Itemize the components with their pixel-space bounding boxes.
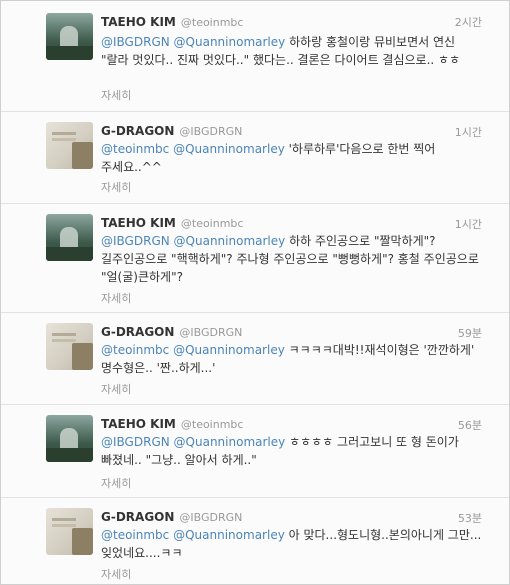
avatar[interactable]	[46, 508, 93, 555]
user-name[interactable]: G-DRAGON	[101, 124, 174, 138]
mention-link[interactable]: @Quanninomarley	[173, 528, 285, 542]
mention-link[interactable]: @Quanninomarley	[173, 343, 285, 357]
mention-link[interactable]: @Quanninomarley	[173, 142, 285, 156]
tweet-item[interactable]: TAEHO KIM @teoinmbc 1시간 @IBGDRGN @Quannin…	[1, 204, 509, 313]
avatar[interactable]	[46, 415, 93, 462]
mention-link[interactable]: @teoinmbc	[101, 343, 169, 357]
tweet-text: @teoinmbc @Quanninomarley ㅋㅋㅋㅋ대박!!재석이형은 …	[101, 343, 475, 375]
mention-link[interactable]: @teoinmbc	[101, 142, 169, 156]
avatar[interactable]	[46, 323, 93, 370]
user-name[interactable]: G-DRAGON	[101, 510, 174, 524]
timestamp[interactable]: 56분	[458, 417, 482, 433]
timestamp[interactable]: 1시간	[455, 124, 482, 140]
user-name[interactable]: G-DRAGON	[101, 325, 174, 339]
tweet-item[interactable]: TAEHO KIM @teoinmbc 2시간 @IBGDRGN @Quannin…	[1, 1, 509, 112]
tweet-feed: TAEHO KIM @teoinmbc 2시간 @IBGDRGN @Quannin…	[0, 0, 510, 585]
tweet-text: @IBGDRGN @Quanninomarley 하하 주인공으로 "짤막하게"…	[101, 234, 479, 284]
user-handle[interactable]: @IBGDRGN	[179, 511, 242, 524]
avatar[interactable]	[46, 13, 93, 60]
timestamp[interactable]: 53분	[458, 510, 482, 526]
mention-link[interactable]: @teoinmbc	[101, 528, 169, 542]
user-handle[interactable]: @IBGDRGN	[179, 326, 242, 339]
avatar[interactable]	[46, 122, 93, 169]
tweet-text: @IBGDRGN @Quanninomarley ㅎㅎㅎㅎ 그러고보니 또 형 …	[101, 435, 459, 467]
tweet-item[interactable]: G-DRAGON @IBGDRGN 1시간 @teoinmbc @Quannino…	[1, 112, 509, 204]
avatar[interactable]	[46, 214, 93, 261]
mention-link[interactable]: @IBGDRGN	[101, 234, 170, 248]
mention-link[interactable]: @IBGDRGN	[101, 435, 170, 449]
tweet-item[interactable]: G-DRAGON @IBGDRGN 59분 @teoinmbc @Quannino…	[1, 313, 509, 405]
detail-link[interactable]: 자세히	[101, 179, 131, 195]
user-name[interactable]: TAEHO KIM	[101, 417, 176, 431]
tweet-text: @teoinmbc @Quanninomarley 아 맞다...형도니형..본…	[101, 528, 482, 560]
user-name[interactable]: TAEHO KIM	[101, 15, 176, 29]
tweet-item[interactable]: G-DRAGON @IBGDRGN 53분 @teoinmbc @Quannino…	[1, 498, 509, 584]
mention-link[interactable]: @Quanninomarley	[174, 435, 286, 449]
user-handle[interactable]: @teoinmbc	[181, 16, 244, 29]
timestamp[interactable]: 59분	[458, 325, 482, 341]
user-handle[interactable]: @teoinmbc	[181, 418, 244, 431]
detail-link[interactable]: 자세히	[101, 87, 131, 103]
mention-link[interactable]: @IBGDRGN	[101, 35, 170, 49]
user-name[interactable]: TAEHO KIM	[101, 216, 176, 230]
tweet-item[interactable]: TAEHO KIM @teoinmbc 56분 @IBGDRGN @Quannin…	[1, 405, 509, 498]
tweet-text: @IBGDRGN @Quanninomarley 하하랑 홍철이랑 뮤비보면서 …	[101, 35, 461, 67]
timestamp[interactable]: 1시간	[455, 216, 482, 232]
detail-link[interactable]: 자세히	[101, 381, 131, 397]
detail-link[interactable]: 자세히	[101, 290, 131, 306]
user-handle[interactable]: @teoinmbc	[181, 217, 244, 230]
user-handle[interactable]: @IBGDRGN	[179, 125, 242, 138]
timestamp[interactable]: 2시간	[455, 14, 482, 30]
detail-link[interactable]: 자세히	[101, 475, 131, 491]
mention-link[interactable]: @Quanninomarley	[174, 35, 286, 49]
detail-link[interactable]: 자세히	[101, 566, 131, 582]
mention-link[interactable]: @Quanninomarley	[174, 234, 286, 248]
tweet-text: @teoinmbc @Quanninomarley '하루하루'다음으로 한번 …	[101, 142, 436, 174]
